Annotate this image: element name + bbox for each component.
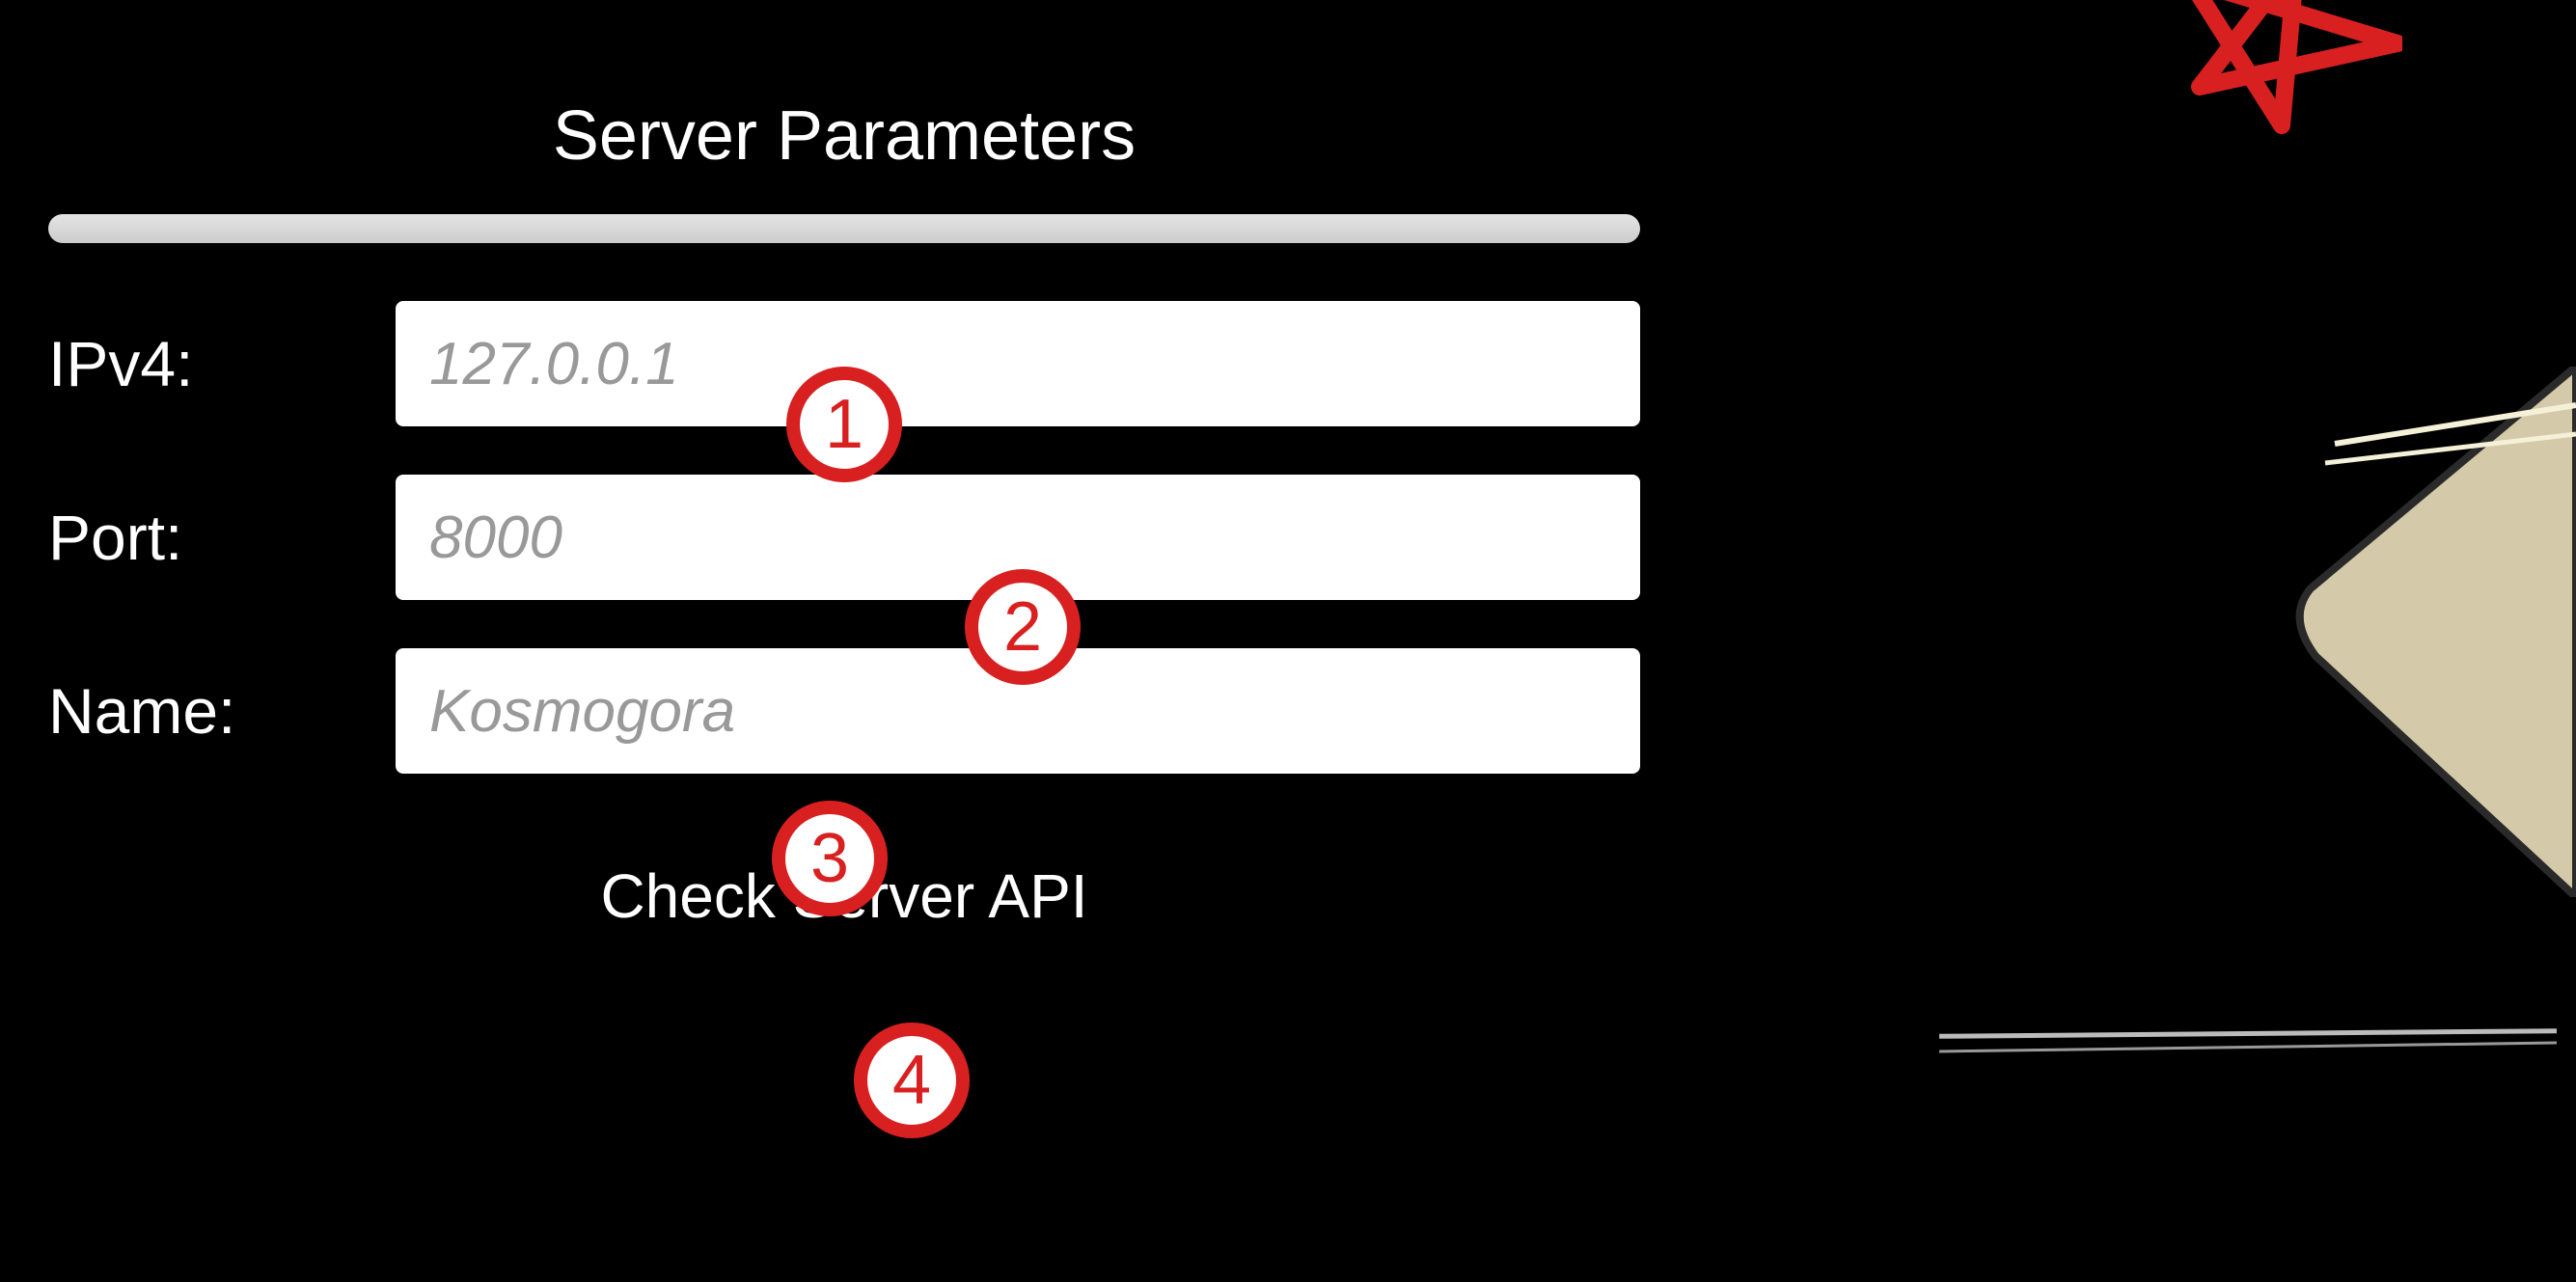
name-row: Name: (48, 648, 1640, 774)
port-label: Port: (48, 501, 396, 574)
annotation-badge-4: 4 (854, 1023, 970, 1138)
port-row: Port: (48, 475, 1640, 600)
annotation-badge-1: 1 (786, 367, 902, 482)
line-decoration (1939, 1031, 2557, 1060)
divider-bar (48, 214, 1640, 243)
name-label: Name: (48, 674, 396, 748)
annotation-badge-2: 2 (965, 569, 1081, 685)
ipv4-input[interactable] (396, 301, 1640, 426)
background-shape-decoration (2258, 367, 2576, 897)
annotation-badge-3: 3 (772, 801, 888, 916)
ipv4-label: IPv4: (48, 327, 396, 400)
panel-title: Server Parameters (48, 96, 1640, 176)
star-decoration-icon (2161, 0, 2402, 145)
